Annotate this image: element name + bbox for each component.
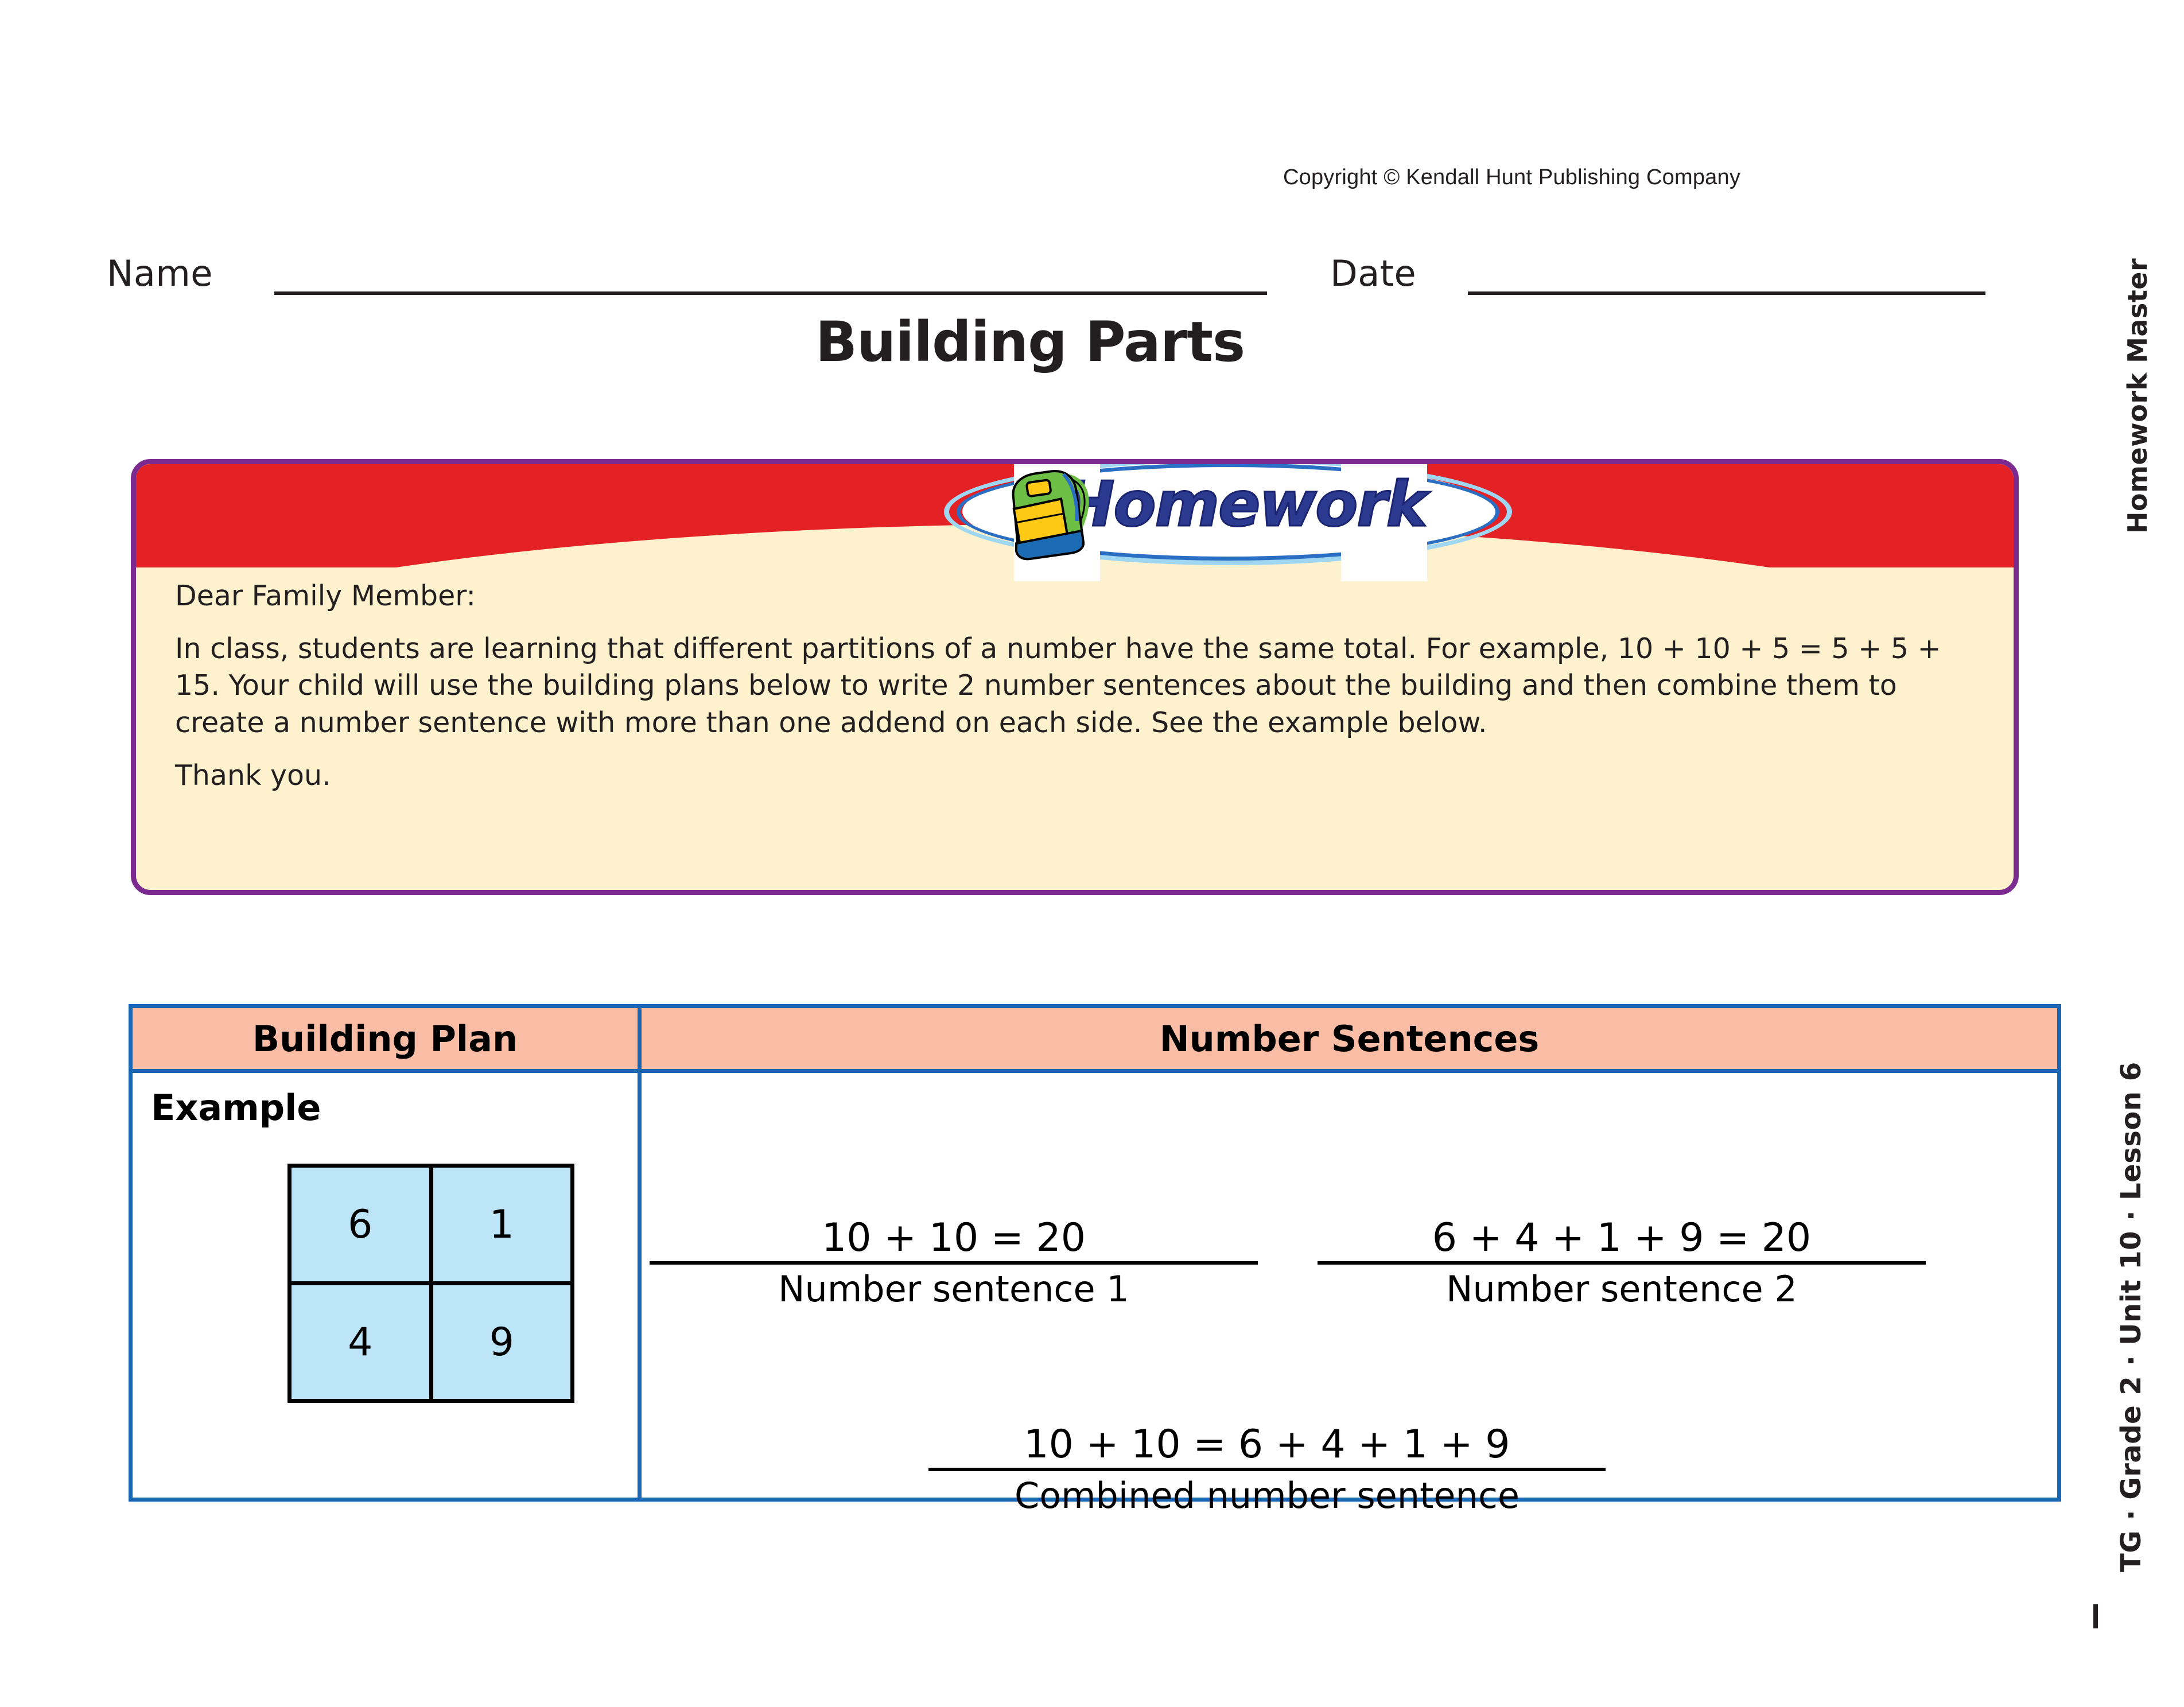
date-label: Date bbox=[1330, 252, 1417, 294]
grid-row: 4 9 bbox=[287, 1281, 574, 1403]
family-letter-text: Dear Family Member: In class, students a… bbox=[175, 578, 1977, 794]
grid-cell: 6 bbox=[287, 1164, 433, 1285]
grid-row: 6 1 bbox=[287, 1164, 574, 1285]
letter-salutation: Dear Family Member: bbox=[175, 580, 476, 612]
page-marker bbox=[2093, 1604, 2098, 1628]
margin-lesson-label: TG · Grade 2 · Unit 10 · Lesson 6 bbox=[2115, 1061, 2147, 1572]
grid-cell: 9 bbox=[429, 1281, 574, 1403]
building-parts-table: Building Plan Number Sentences Example 6… bbox=[129, 1004, 2061, 1517]
example-label: Example bbox=[151, 1087, 321, 1129]
letter-closing: Thank you. bbox=[175, 759, 331, 792]
number-sentence-1-blank[interactable]: 10 + 10 = 20 Number sentence 1 bbox=[650, 1215, 1258, 1311]
combined-sentence-caption: Combined number sentence bbox=[1014, 1475, 1520, 1517]
number-sentence-1-rule bbox=[650, 1261, 1258, 1265]
grid-cell: 4 bbox=[287, 1281, 433, 1403]
number-sentence-2-rule bbox=[1318, 1261, 1926, 1265]
table-row: Example 6 1 4 9 10 + 10 = 20 Number sent… bbox=[129, 1069, 2061, 1517]
number-sentence-1-caption: Number sentence 1 bbox=[778, 1268, 1129, 1311]
table-header-row: Building Plan Number Sentences bbox=[129, 1004, 2061, 1073]
copyright-notice: Copyright © Kendall Hunt Publishing Comp… bbox=[1283, 165, 1741, 189]
number-sentence-1-answer: 10 + 10 = 20 bbox=[822, 1215, 1086, 1261]
backpack-icon bbox=[1012, 470, 1089, 561]
column-header-number-sentences: Number Sentences bbox=[638, 1004, 2061, 1073]
number-sentences-cell: 10 + 10 = 20 Number sentence 1 6 + 4 + 1… bbox=[638, 1069, 2061, 1517]
combined-sentence-answer: 10 + 10 = 6 + 4 + 1 + 9 bbox=[1024, 1422, 1510, 1467]
page-title: Building Parts bbox=[815, 310, 1245, 374]
homework-logo-text: Homework bbox=[1062, 468, 1428, 542]
homework-logo: Homework bbox=[939, 464, 1513, 581]
column-header-building-plan: Building Plan bbox=[129, 1004, 642, 1073]
number-sentence-2-caption: Number sentence 2 bbox=[1446, 1268, 1797, 1311]
grid-cell: 1 bbox=[429, 1164, 574, 1285]
date-write-line[interactable] bbox=[1468, 291, 1985, 295]
combined-sentence-blank[interactable]: 10 + 10 = 6 + 4 + 1 + 9 Combined number … bbox=[928, 1424, 1606, 1517]
letter-paragraph: In class, students are learning that dif… bbox=[175, 632, 1941, 739]
combined-sentence-rule bbox=[928, 1468, 1606, 1472]
margin-homework-master-label: Homework Master bbox=[2122, 258, 2153, 534]
number-sentence-2-answer: 6 + 4 + 1 + 9 = 20 bbox=[1432, 1215, 1812, 1261]
building-plan-grid: 6 1 4 9 bbox=[287, 1164, 574, 1403]
name-label: Name bbox=[107, 252, 213, 294]
building-plan-cell: Example 6 1 4 9 bbox=[129, 1069, 642, 1502]
name-write-line[interactable] bbox=[274, 291, 1267, 295]
family-letter-box: Homework Dear Family Member: In class, s… bbox=[131, 459, 2019, 895]
number-sentence-2-blank[interactable]: 6 + 4 + 1 + 9 = 20 Number sentence 2 bbox=[1318, 1215, 1926, 1311]
